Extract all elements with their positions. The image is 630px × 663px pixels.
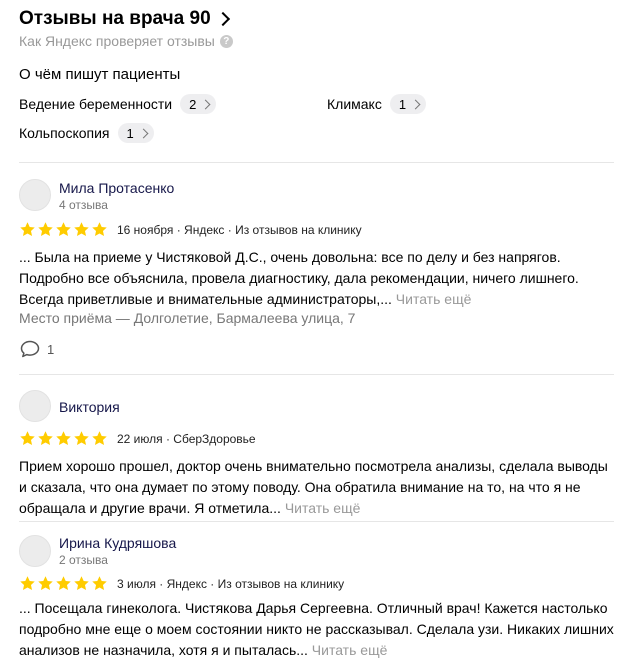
appointment-place[interactable]: Место приёма — Долголетие, Бармалеева ул… xyxy=(19,310,355,326)
topic-label[interactable]: Климакс xyxy=(327,96,382,112)
author-reviews-count: 2 отзыва xyxy=(59,553,108,567)
reviews-header[interactable]: Отзывы на врача 90 xyxy=(19,8,230,30)
read-more-link[interactable]: Читать ещё xyxy=(312,642,388,658)
reviews-title[interactable]: Отзывы на врача 90 xyxy=(19,8,211,30)
rating-stars xyxy=(19,430,109,447)
topic-label[interactable]: Кольпоскопия xyxy=(19,125,110,141)
star-icon xyxy=(91,221,108,238)
author-name[interactable]: Мила Протасенко xyxy=(59,180,174,196)
chevron-right-icon xyxy=(200,99,211,109)
review-rating: 22 июля · СберЗдоровье xyxy=(19,430,256,447)
review-text-body: ... Была на приеме у Чистяковой Д.С., оч… xyxy=(19,249,579,307)
rating-stars xyxy=(19,221,109,238)
author-name[interactable]: Виктория xyxy=(59,399,120,415)
topic-count-badge[interactable]: 1 xyxy=(117,123,154,143)
avatar[interactable] xyxy=(19,535,51,567)
chevron-right-icon[interactable] xyxy=(215,11,230,27)
star-icon xyxy=(19,430,36,447)
star-icon xyxy=(19,575,36,592)
star-icon xyxy=(91,430,108,447)
read-more-link[interactable]: Читать ещё xyxy=(396,291,472,307)
divider xyxy=(19,374,614,375)
author-name[interactable]: Ирина Кудряшова xyxy=(59,535,176,551)
rating-stars xyxy=(19,575,109,592)
star-icon xyxy=(73,575,90,592)
comments-count: 1 xyxy=(47,341,55,357)
review-text: Прием хорошо прошел, доктор очень внимат… xyxy=(19,456,615,519)
topic-tag[interactable]: Ведение беременности 2 xyxy=(19,94,217,114)
question-icon[interactable]: ? xyxy=(219,34,233,48)
topic-label[interactable]: Ведение беременности xyxy=(19,96,172,112)
avatar[interactable] xyxy=(19,390,51,422)
star-icon xyxy=(37,221,54,238)
review-text: ... Посещала гинеколога. Чистякова Дарья… xyxy=(19,598,615,661)
star-icon xyxy=(19,221,36,238)
avatar[interactable] xyxy=(19,179,51,211)
comments-button[interactable]: 1 xyxy=(20,340,54,358)
review-rating: 16 ноября · Яндекс · Из отзывов на клини… xyxy=(19,221,362,238)
star-icon xyxy=(55,221,72,238)
review-text: ... Была на приеме у Чистяковой Д.С., оч… xyxy=(19,247,615,310)
verification-link-label[interactable]: Как Яндекс проверяет отзывы xyxy=(19,33,215,49)
author-reviews-count: 4 отзыва xyxy=(59,198,108,212)
verification-link[interactable]: Как Яндекс проверяет отзывы ? xyxy=(19,33,233,49)
topic-count-badge[interactable]: 2 xyxy=(180,94,217,114)
topic-tag[interactable]: Кольпоскопия 1 xyxy=(19,123,154,143)
divider xyxy=(19,162,614,163)
star-icon xyxy=(73,221,90,238)
star-icon xyxy=(37,430,54,447)
chevron-right-icon xyxy=(410,99,421,109)
star-icon xyxy=(73,430,90,447)
star-icon xyxy=(91,575,108,592)
chevron-right-icon xyxy=(138,128,149,138)
topics-title: О чём пишут пациенты xyxy=(19,66,181,83)
star-icon xyxy=(55,430,72,447)
review-meta: 3 июля · Яндекс · Из отзывов на клинику xyxy=(117,576,345,591)
star-icon xyxy=(55,575,72,592)
star-icon xyxy=(37,575,54,592)
review-meta: 16 ноября · Яндекс · Из отзывов на клини… xyxy=(117,222,362,237)
divider xyxy=(19,521,614,522)
read-more-link[interactable]: Читать ещё xyxy=(285,500,361,516)
review-meta: 22 июля · СберЗдоровье xyxy=(117,431,256,446)
review-rating: 3 июля · Яндекс · Из отзывов на клинику xyxy=(19,575,344,592)
topic-count-badge[interactable]: 1 xyxy=(389,94,427,114)
comment-icon xyxy=(20,340,40,358)
topic-tag[interactable]: Климакс 1 xyxy=(327,94,427,114)
